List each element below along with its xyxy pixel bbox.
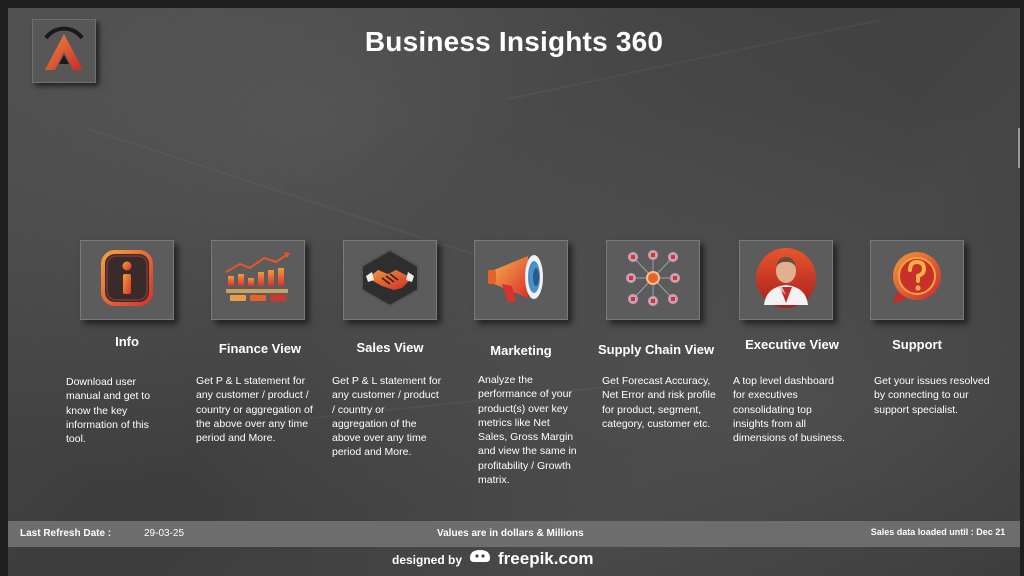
tile-label-sales-view: Sales View xyxy=(356,340,424,355)
marketing-tile[interactable] xyxy=(474,240,568,320)
freepik-brand-text: freepik.com xyxy=(498,549,594,568)
sales-data-loaded-note: Sales data loaded until : Dec 21 xyxy=(870,527,1006,537)
last-refresh-label: Last Refresh Date : xyxy=(20,528,112,539)
freepik-logo-icon xyxy=(468,548,492,569)
tile-description-executive-view: A top level dashboard for executives con… xyxy=(733,375,846,445)
info-icon xyxy=(99,248,155,313)
finance-view-tile[interactable] xyxy=(211,240,305,320)
tile-label-finance-view: Finance View xyxy=(218,341,302,356)
last-refresh-date: 29-03-25 xyxy=(144,528,185,539)
tile-label-supply-chain-view: Supply Chain View xyxy=(598,342,715,357)
dashboard-canvas: Business Insights 360 Info Download user… xyxy=(8,8,1020,576)
support-tile[interactable] xyxy=(870,240,964,320)
executive-icon xyxy=(754,247,818,314)
supply-chain-view-tile[interactable] xyxy=(606,240,700,320)
tile-description-finance-view: Get P & L statement for any customer / p… xyxy=(196,375,313,445)
scroll-indicator xyxy=(1018,128,1020,168)
tile-description-support: Get your issues resolved by connecting t… xyxy=(874,375,990,416)
tile-description-marketing: Analyze the performance of your product(… xyxy=(478,374,577,487)
executive-view-tile[interactable] xyxy=(739,240,833,320)
tile-description-sales-view: Get P & L statement for any customer / p… xyxy=(332,375,442,459)
tile-label-info: Info xyxy=(115,334,139,349)
values-unit-note: Values are in dollars & Millions xyxy=(437,528,584,539)
tile-label-support: Support xyxy=(892,337,942,352)
question-bubble-icon xyxy=(887,248,947,313)
info-tile[interactable] xyxy=(80,240,174,320)
status-footer: Last Refresh Date : 29-03-25 Values are … xyxy=(8,521,1020,547)
sales-view-tile[interactable] xyxy=(343,240,437,320)
handshake-icon xyxy=(358,248,422,313)
tile-description-info: Download user manual and get to know the… xyxy=(66,376,151,446)
supply-chain-network-icon xyxy=(623,249,683,312)
finance-chart-icon xyxy=(220,250,296,311)
megaphone-icon xyxy=(484,248,558,313)
page-title: Business Insights 360 xyxy=(364,26,664,57)
designer-credit: designed by freepik.com xyxy=(392,548,593,569)
designed-by-text: designed by xyxy=(392,553,463,567)
tile-description-supply-chain-view: Get Forecast Accuracy, Net Error and ris… xyxy=(602,375,716,430)
tile-label-marketing: Marketing xyxy=(490,343,552,358)
tile-label-executive-view: Executive View xyxy=(745,337,839,352)
